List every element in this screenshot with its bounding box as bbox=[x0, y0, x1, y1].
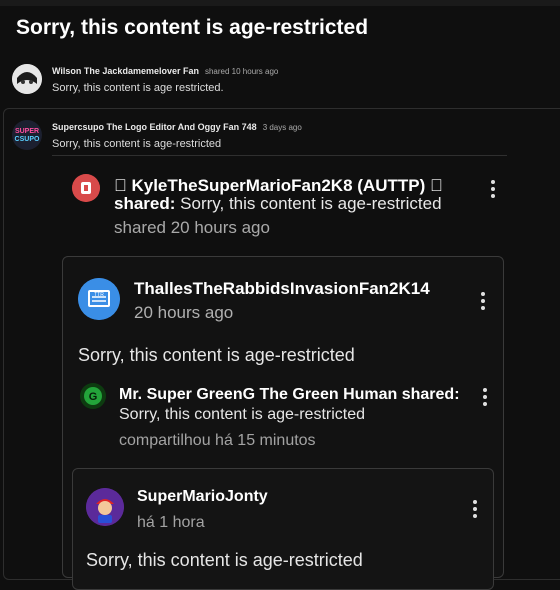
share-time: shared 20 hours ago bbox=[114, 218, 270, 237]
post-meta: shared 10 hours ago bbox=[204, 67, 279, 76]
sharer-name[interactable]:  KyleTheSuperMarioFan2K8 (AUTTP)  bbox=[114, 176, 443, 196]
more-options-icon[interactable] bbox=[488, 180, 498, 198]
svg-text:SUPER: SUPER bbox=[15, 128, 39, 135]
post-author[interactable]: Supercsupo The Logo Editor And Oggy Fan … bbox=[52, 122, 302, 132]
svg-text:G: G bbox=[89, 391, 98, 403]
post-body: Sorry, this content is age-restricted bbox=[52, 138, 222, 150]
card-time: há 1 hora bbox=[137, 514, 205, 531]
tv-avatar-icon[interactable]: TTR bbox=[78, 278, 120, 320]
card-author-name[interactable]: ThallesTheRabbidsInvasionFan2K14 bbox=[134, 279, 430, 299]
anime-avatar-icon[interactable] bbox=[12, 64, 42, 94]
card-body: Sorry, this content is age-restricted bbox=[86, 550, 363, 570]
post-body: Sorry, this content is age restricted. bbox=[52, 82, 224, 94]
card-body: Sorry, this content is age-restricted bbox=[78, 345, 355, 365]
share-body: Sorry, this content is age-restricted bbox=[119, 406, 366, 423]
more-options-icon[interactable] bbox=[478, 292, 488, 310]
card-time: 20 hours ago bbox=[134, 303, 234, 322]
green-g-avatar-icon[interactable]: G bbox=[80, 383, 106, 409]
post-author-name[interactable]: Supercsupo The Logo Editor And Oggy Fan … bbox=[52, 122, 257, 132]
sharer-name[interactable]: Mr. Super GreenG The Green Human shared: bbox=[119, 386, 460, 404]
shared-label: shared: bbox=[114, 194, 176, 213]
card-author-name[interactable]: SuperMarioJonty bbox=[137, 488, 268, 506]
more-options-icon[interactable] bbox=[470, 500, 480, 518]
svg-text:TTR: TTR bbox=[94, 292, 104, 298]
share-time: compartilhou há 15 minutos bbox=[119, 432, 316, 449]
svg-text:CSUPO: CSUPO bbox=[15, 136, 40, 143]
post-meta: 3 days ago bbox=[262, 123, 302, 132]
red-avatar-icon[interactable] bbox=[72, 174, 100, 202]
mario-avatar-icon[interactable] bbox=[86, 488, 124, 526]
share-caption: shared: Sorry, this content is age-restr… bbox=[114, 194, 442, 214]
more-options-icon[interactable] bbox=[480, 388, 490, 406]
logo-avatar-icon[interactable]: SUPER CSUPO bbox=[12, 120, 42, 150]
top-edge bbox=[0, 0, 560, 6]
post-author[interactable]: Wilson The Jackdamemelover Fan shared 10 … bbox=[52, 66, 278, 76]
page-title: Sorry, this content is age-restricted bbox=[16, 16, 369, 39]
divider bbox=[52, 155, 507, 156]
shared-post-card bbox=[72, 468, 494, 590]
share-body: Sorry, this content is age-restricted bbox=[175, 194, 442, 213]
post-author-name[interactable]: Wilson The Jackdamemelover Fan bbox=[52, 66, 199, 76]
